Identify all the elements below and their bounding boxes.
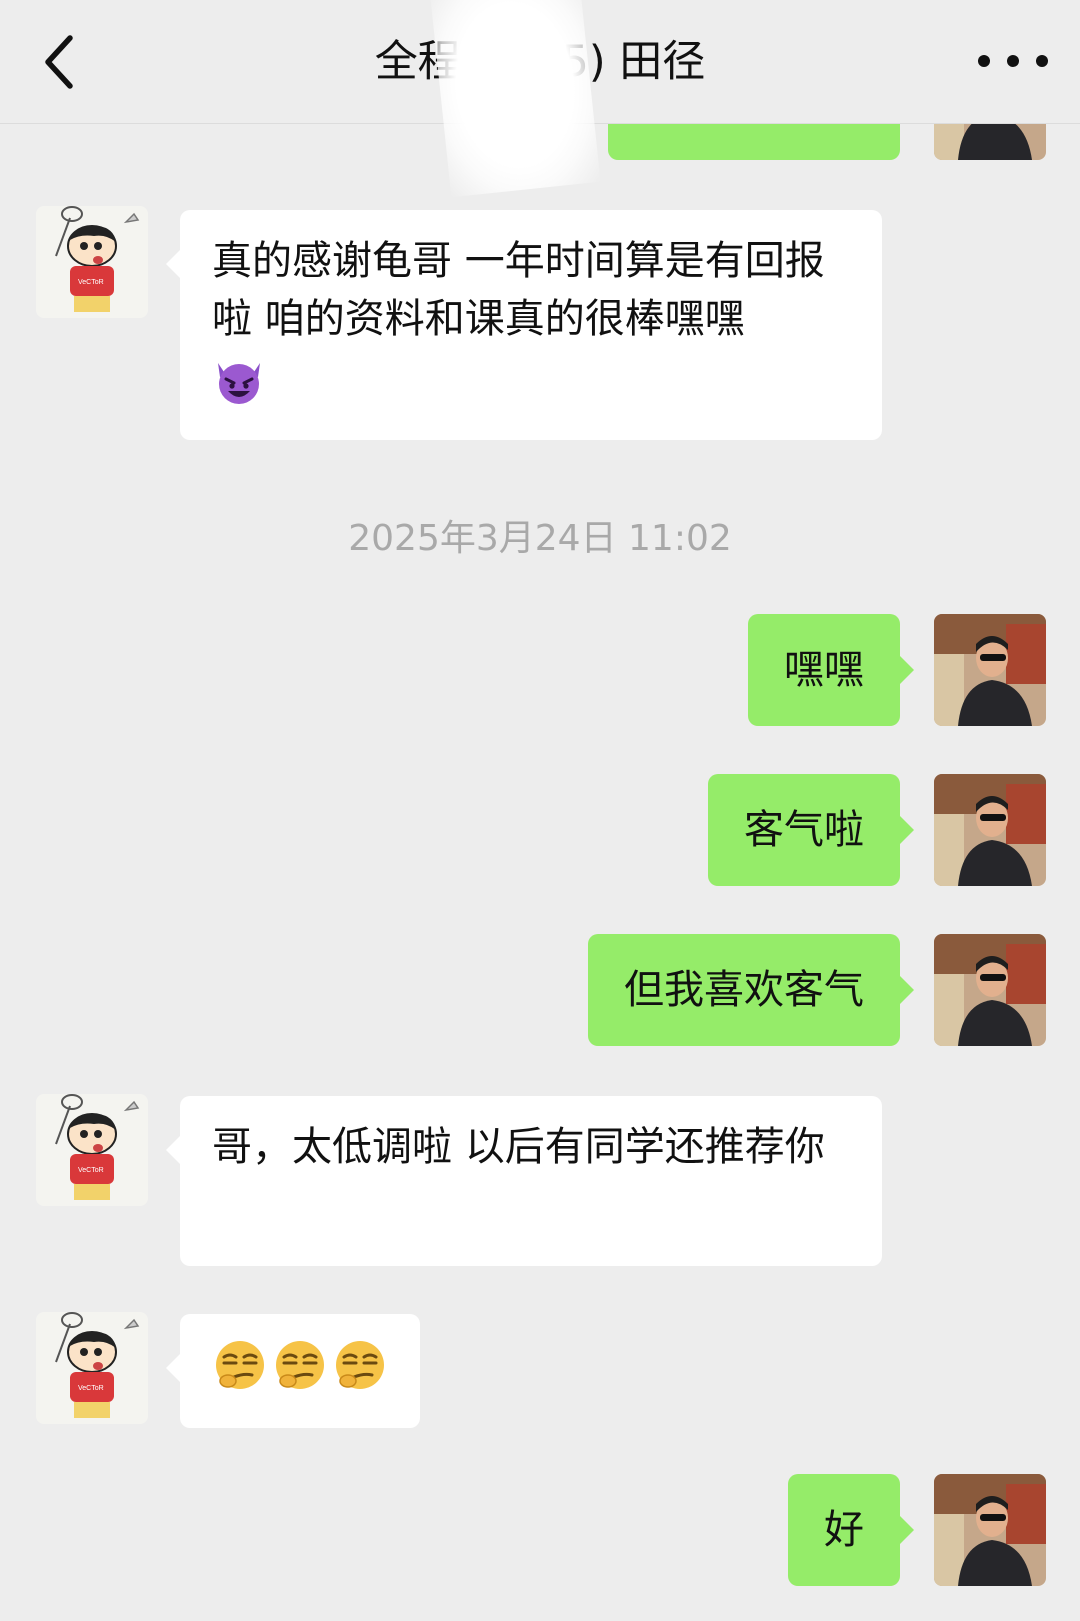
avatar-contact[interactable]: VeCToR (36, 206, 148, 318)
smirk-face-icon (336, 1341, 384, 1389)
svg-text:VeCToR: VeCToR (78, 1167, 104, 1174)
avatar-self[interactable] (934, 1474, 1046, 1586)
message-bubble-incoming-emoji[interactable] (166, 1314, 420, 1428)
chevron-left-icon (45, 35, 73, 89)
message-bubble-outgoing[interactable]: 客气啦 (708, 774, 914, 886)
self-photo-icon (934, 614, 1046, 726)
svg-text:VeCToR: VeCToR (78, 1385, 104, 1392)
cartoon-boy-badminton-icon: VeCToR (36, 1312, 148, 1424)
smirk-face-icon (216, 1341, 264, 1389)
message-bubble-outgoing[interactable]: 好 (788, 1474, 914, 1586)
chat-header: 全程班 (25) 田径 (0, 0, 1080, 124)
emoji-row (212, 1336, 388, 1394)
message-bubble-incoming[interactable]: 哥，太低调啦 以后有同学还推荐你 (166, 1096, 882, 1266)
message-bubble-incoming[interactable]: 真的感谢龟哥 一年时间算是有回报啦 咱的资料和课真的很棒嘿嘿 (166, 210, 882, 440)
cartoon-boy-badminton-icon: VeCToR (36, 206, 148, 318)
svg-text:VeCToR: VeCToR (78, 279, 104, 286)
avatar-contact[interactable]: VeCToR (36, 1312, 148, 1424)
self-photo-icon (934, 934, 1046, 1046)
avatar-contact[interactable]: VeCToR (36, 1094, 148, 1206)
smirk-face-icon (276, 1341, 324, 1389)
self-photo-icon (934, 1474, 1046, 1586)
chat-title: 全程班 (25) 田径 (374, 37, 706, 87)
more-horizontal-icon (978, 55, 1048, 67)
chat-screen: 全程班 (25) 田径 VeCToR 真的感谢龟哥 一年时间算是有回报啦 咱的资… (0, 0, 1080, 1621)
back-button[interactable] (34, 30, 88, 94)
more-button[interactable] (972, 46, 1054, 76)
self-photo-icon (934, 774, 1046, 886)
message-timestamp: 2025年3月24日 11:02 (348, 518, 732, 559)
avatar-self[interactable] (934, 934, 1046, 1046)
avatar-self[interactable] (934, 774, 1046, 886)
message-bubble-outgoing[interactable]: 但我喜欢客气 (588, 934, 914, 1046)
smiling-devil-icon (218, 363, 260, 404)
message-bubble-outgoing[interactable]: 嘿嘿 (748, 614, 914, 726)
avatar-self[interactable] (934, 614, 1046, 726)
cartoon-boy-badminton-icon: VeCToR (36, 1094, 148, 1206)
